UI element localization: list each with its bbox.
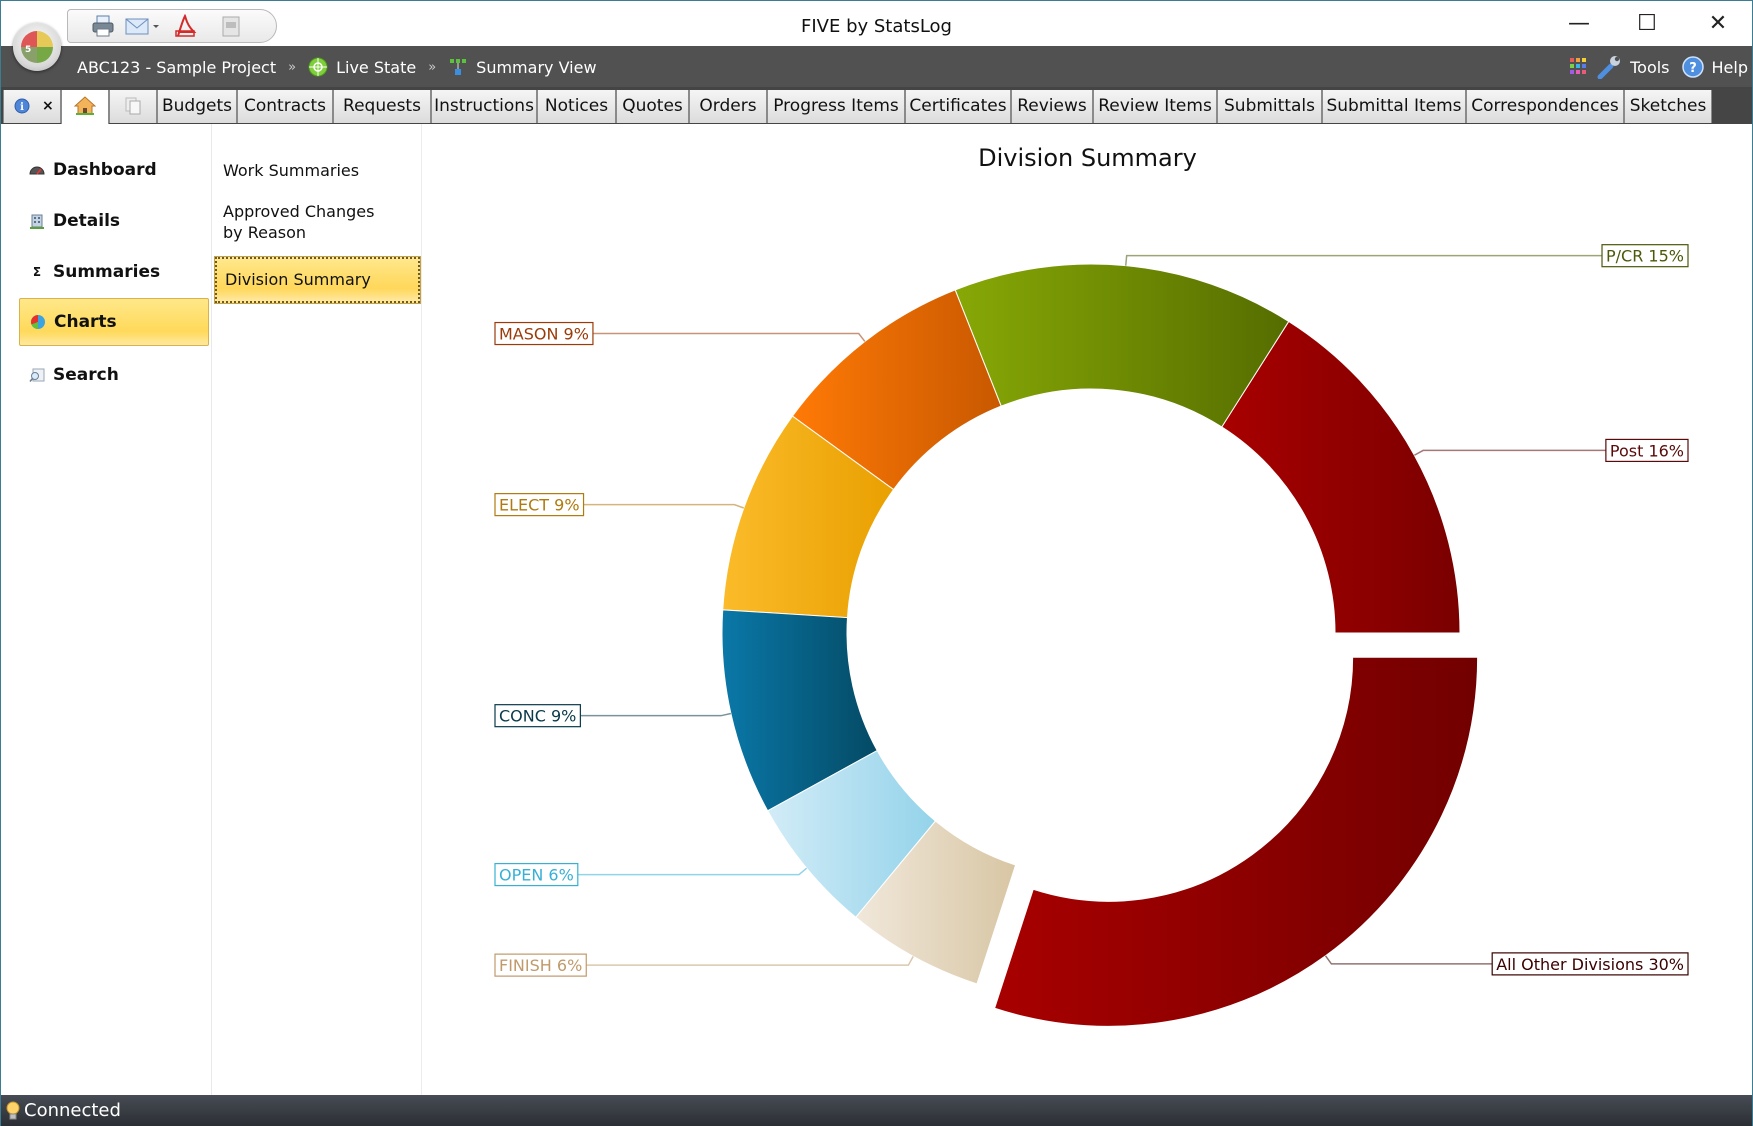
close-icon: ✕ — [1708, 11, 1728, 36]
nav-details[interactable]: Details — [19, 197, 209, 245]
tab-home[interactable] — [61, 90, 109, 124]
leader-line-elect — [583, 503, 745, 509]
dashboard-gauge-icon — [29, 166, 45, 175]
breadcrumb-separator: » — [288, 59, 297, 75]
tab-instructions[interactable]: Instructions — [431, 90, 537, 123]
data-label-elect: ELECT 9% — [499, 496, 580, 515]
tab-review-items[interactable]: Review Items — [1093, 90, 1217, 123]
nav-charts[interactable]: Charts — [19, 298, 209, 346]
tab-requests[interactable]: Requests — [333, 90, 431, 123]
breadcrumb-state[interactable]: Live State — [336, 58, 416, 77]
application-menu-button[interactable]: 5 — [13, 23, 61, 71]
tab-documents[interactable] — [109, 90, 157, 123]
status-bar: Connected — [1, 1095, 1752, 1126]
tab-quotes[interactable]: Quotes — [616, 90, 689, 123]
tab-reviews[interactable]: Reviews — [1011, 90, 1093, 123]
data-label-conc: CONC 9% — [499, 707, 576, 726]
donut-chart: Post 16% P/CR 15% MASON 9% ELECT 9% CONC 9% O… — [494, 244, 1689, 1027]
summary-view-icon — [450, 59, 467, 75]
tab-budgets[interactable]: Budgets — [157, 90, 237, 123]
maximize-button[interactable]: ☐ — [1627, 9, 1667, 39]
leader-line-mason — [592, 332, 866, 342]
data-label-p-cr: P/CR 15% — [1606, 247, 1684, 266]
leader-line-finish — [586, 955, 914, 966]
chart-panel: Division Summary Post 16% P/CR 15% MASON 9… — [423, 124, 1752, 1096]
chart-list-item-approved-changes[interactable]: Approved Changes by Reason — [223, 201, 393, 243]
data-label-post: Post 16% — [1610, 441, 1684, 460]
tab-submittals[interactable]: Submittals — [1217, 90, 1322, 123]
slice-all-other-divisions[interactable] — [993, 656, 1479, 1027]
building-icon — [30, 214, 44, 229]
tab-submittal-items[interactable]: Submittal Items — [1322, 90, 1466, 123]
tab-notices[interactable]: Notices — [537, 90, 616, 123]
app-logo-number: 5 — [25, 45, 32, 55]
breadcrumb-project[interactable]: ABC123 - Sample Project — [77, 58, 276, 77]
chart-list-item-division-summary[interactable]: Division Summary — [214, 256, 421, 304]
tab-sketches[interactable]: Sketches — [1624, 90, 1712, 123]
tab-contracts[interactable]: Contracts — [237, 90, 333, 123]
leader-line-post — [1413, 449, 1606, 456]
svg-text:i: i — [20, 102, 24, 113]
nav-label: Summaries — [53, 262, 161, 282]
breadcrumb-separator: » — [428, 59, 437, 75]
pie-chart-icon — [31, 315, 45, 329]
application-window: FIVE by StatsLog — ☐ ✕ 5 ABC123 - Sample… — [0, 0, 1753, 1126]
data-label-all-other-divisions: All Other Divisions 30% — [1496, 955, 1684, 974]
help-icon[interactable]: ? — [1681, 56, 1704, 78]
lightbulb-icon — [6, 1101, 20, 1119]
nav-search[interactable]: Search — [19, 351, 209, 399]
help-button[interactable]: Help — [1712, 58, 1748, 77]
wrench-icon[interactable] — [1596, 55, 1622, 79]
nav-label: Dashboard — [53, 160, 157, 180]
leader-line-conc — [580, 712, 732, 717]
documents-icon — [125, 97, 141, 115]
header-actions: Tools ? Help — [1570, 55, 1748, 79]
export-icon[interactable] — [218, 14, 244, 38]
leader-line-all-other-divisions — [1324, 955, 1493, 965]
email-icon[interactable] — [124, 14, 150, 38]
breadcrumb: ABC123 - Sample Project » Live State » S… — [77, 55, 597, 79]
leader-line-p-cr — [1124, 254, 1603, 266]
svg-text:?: ? — [1689, 61, 1697, 76]
nav-summaries[interactable]: Σ Summaries — [19, 248, 209, 296]
tab-progress-items[interactable]: Progress Items — [767, 90, 905, 123]
chart-list: Work Summaries Approved Changes by Reaso… — [213, 124, 422, 1096]
nav-label: Charts — [54, 312, 117, 332]
nav-label: Search — [53, 365, 119, 385]
apps-grid-icon[interactable] — [1570, 58, 1588, 76]
sigma-icon: Σ — [32, 265, 42, 279]
minimize-icon: — — [1568, 11, 1590, 36]
print-icon[interactable] — [90, 14, 116, 38]
search-icon — [29, 368, 45, 383]
nav-dashboard[interactable]: Dashboard — [19, 146, 209, 194]
left-navigation: Dashboard Details Σ Summaries Charts Sea… — [1, 124, 212, 1096]
tab-info[interactable]: i × — [3, 90, 61, 123]
live-state-icon — [308, 57, 328, 77]
minimize-button[interactable]: — — [1559, 9, 1599, 39]
close-tab-icon[interactable]: × — [42, 90, 54, 123]
quick-access-toolbar — [67, 9, 277, 43]
data-label-finish: FINISH 6% — [499, 956, 582, 975]
nav-label: Details — [53, 211, 121, 231]
pdf-icon[interactable] — [172, 14, 198, 38]
tab-certificates[interactable]: Certificates — [905, 90, 1011, 123]
info-icon: i — [14, 98, 30, 114]
dropdown-arrow-icon[interactable] — [150, 14, 162, 38]
close-button[interactable]: ✕ — [1698, 9, 1738, 39]
chart-list-item-work-summaries[interactable]: Work Summaries — [223, 160, 417, 181]
data-label-mason: MASON 9% — [499, 325, 589, 344]
tab-orders[interactable]: Orders — [689, 90, 767, 123]
breadcrumb-view: Summary View — [476, 57, 597, 77]
module-tab-bar: i × Budgets Contracts Requests Instructi… — [1, 89, 1752, 124]
leader-line-open — [577, 867, 808, 876]
home-icon — [74, 96, 96, 115]
tools-button[interactable]: Tools — [1630, 58, 1669, 77]
header-band: ABC123 - Sample Project » Live State » S… — [1, 46, 1752, 89]
data-label-open: OPEN 6% — [499, 866, 574, 885]
connection-status: Connected — [24, 1100, 121, 1121]
tab-correspondences[interactable]: Correspondences — [1466, 90, 1624, 123]
maximize-icon: ☐ — [1637, 11, 1657, 36]
